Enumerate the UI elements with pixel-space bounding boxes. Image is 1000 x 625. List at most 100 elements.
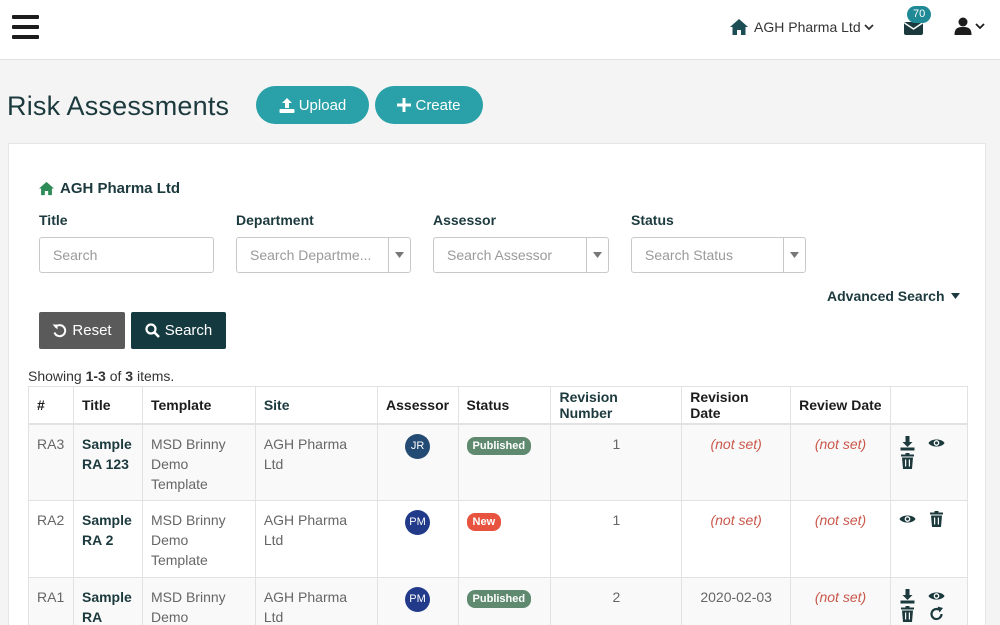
user-icon	[954, 17, 972, 35]
reset-label: Reset	[72, 322, 112, 339]
title-filter-label: Title	[39, 212, 68, 228]
view-eye-icon[interactable]	[899, 511, 916, 527]
risk-assessments-panel: AGH Pharma Ltd Title Search Department S…	[8, 143, 986, 625]
risk-assessments-table: # Title Template Site Assessor Status Re…	[28, 386, 969, 625]
advanced-search-toggle[interactable]: Advanced Search	[827, 288, 960, 304]
caret-down-icon	[783, 238, 805, 272]
row-actions	[889, 500, 969, 578]
table-row: RA1 Sample RA MSD Brinny Demo AGH Pharma…	[28, 577, 969, 625]
row-title: Sample RA 2	[72, 500, 143, 578]
row-status: Published	[457, 577, 552, 625]
row-template: MSD Brinny Demo Template	[141, 500, 256, 578]
row-revision-date: 2020-02-03	[681, 577, 792, 625]
notification-count-badge: 70	[907, 6, 932, 23]
department-select[interactable]: Search Departme...	[236, 237, 411, 273]
column-header-review-date[interactable]: Review Date	[790, 386, 891, 425]
status-select[interactable]: Search Status	[631, 237, 806, 273]
row-actions	[889, 577, 969, 625]
status-badge: Published	[466, 436, 532, 455]
row-assessor: PM	[376, 500, 459, 578]
column-header-assessor[interactable]: Assessor	[376, 386, 459, 425]
search-button[interactable]: Search	[131, 312, 226, 349]
delete-trash-icon[interactable]	[899, 606, 916, 622]
download-icon[interactable]	[899, 588, 916, 604]
organisation-switcher[interactable]: AGH Pharma Ltd	[729, 18, 874, 36]
create-button[interactable]: Create	[375, 86, 483, 124]
row-site: AGH Pharma Ltd	[254, 577, 378, 625]
view-eye-icon[interactable]	[928, 588, 945, 604]
top-navbar: AGH Pharma Ltd 70	[0, 0, 1000, 60]
row-title-link[interactable]: Sample RA	[82, 589, 132, 625]
column-header-template[interactable]: Template	[141, 386, 256, 425]
column-header-site[interactable]: Site	[254, 386, 378, 425]
user-menu[interactable]	[954, 17, 985, 35]
row-status: New	[457, 500, 552, 578]
home-icon	[39, 181, 54, 196]
delete-trash-icon[interactable]	[928, 511, 945, 527]
assessor-filter-label: Assessor	[433, 212, 497, 228]
row-site: AGH Pharma Ltd	[254, 423, 378, 501]
row-title: Sample RA 123	[72, 423, 143, 501]
plus-icon	[397, 98, 412, 112]
status-filter-label: Status	[631, 212, 674, 228]
organisation-crumb[interactable]: AGH Pharma Ltd	[38, 180, 180, 197]
home-icon	[730, 19, 748, 35]
table-row: RA2 Sample RA 2 MSD Brinny Demo Template…	[28, 500, 969, 578]
row-revision-date: (not set)	[681, 500, 792, 578]
assessor-select[interactable]: Search Assessor	[433, 237, 609, 273]
row-assessor: JR	[376, 423, 459, 501]
caret-down-icon	[586, 238, 608, 272]
advanced-search-label: Advanced Search	[827, 288, 945, 304]
avatar[interactable]: PM	[405, 587, 431, 612]
row-template: MSD Brinny Demo	[141, 577, 256, 625]
search-label: Search	[164, 322, 213, 339]
status-placeholder: Search Status	[645, 247, 733, 263]
row-review-date: (not set)	[790, 500, 891, 578]
title-search-input[interactable]: Search	[39, 237, 214, 273]
row-title-link[interactable]: Sample RA 2	[82, 512, 132, 548]
avatar[interactable]: JR	[405, 433, 431, 459]
column-header-title[interactable]: Title	[72, 386, 143, 425]
organisation-crumb-label: AGH Pharma Ltd	[60, 180, 181, 197]
row-revision-date: (not set)	[681, 423, 792, 501]
column-header-revision-date[interactable]: Revision Date	[681, 386, 792, 425]
row-review-date: (not set)	[790, 423, 891, 501]
download-icon[interactable]	[899, 435, 916, 451]
search-icon	[145, 323, 160, 338]
caret-down-icon	[388, 238, 410, 272]
row-actions	[889, 423, 969, 501]
undo-icon	[52, 324, 67, 338]
column-header-actions	[889, 386, 969, 425]
table-row: RA3 Sample RA 123 MSD Brinny Demo Templa…	[28, 423, 969, 501]
row-id: RA2	[28, 500, 74, 578]
row-id: RA3	[28, 423, 74, 501]
row-site: AGH Pharma Ltd	[254, 500, 378, 578]
chevron-down-icon	[975, 23, 985, 30]
results-summary: Showing 1-3 of 3 items.	[28, 368, 175, 384]
hamburger-menu-icon[interactable]	[12, 15, 39, 39]
department-filter-label: Department	[236, 212, 314, 228]
row-assessor: PM	[376, 577, 459, 625]
delete-trash-icon[interactable]	[899, 452, 916, 469]
status-badge: Published	[466, 590, 532, 608]
reset-button[interactable]: Reset	[39, 312, 125, 349]
column-header-status[interactable]: Status	[457, 386, 552, 425]
column-header-revision-number[interactable]: Revision Number	[550, 386, 683, 425]
view-eye-icon[interactable]	[928, 435, 945, 451]
row-revision-number: 2	[550, 577, 683, 625]
caret-down-icon	[950, 293, 960, 299]
department-placeholder: Search Departme...	[250, 247, 372, 263]
row-id: RA1	[28, 577, 74, 625]
page-title: Risk Assessments	[7, 91, 230, 121]
status-badge: New	[466, 513, 502, 531]
row-title: Sample RA	[72, 577, 143, 625]
redo-refresh-icon[interactable]	[928, 606, 945, 622]
column-header-id[interactable]: #	[28, 386, 74, 425]
row-revision-number: 1	[550, 423, 683, 501]
assessor-placeholder: Search Assessor	[447, 247, 553, 263]
upload-button[interactable]: Upload	[256, 86, 369, 124]
row-review-date: (not set)	[790, 577, 891, 625]
avatar[interactable]: PM	[405, 510, 431, 535]
row-title-link[interactable]: Sample RA 123	[82, 436, 132, 472]
chevron-down-icon	[863, 24, 874, 31]
